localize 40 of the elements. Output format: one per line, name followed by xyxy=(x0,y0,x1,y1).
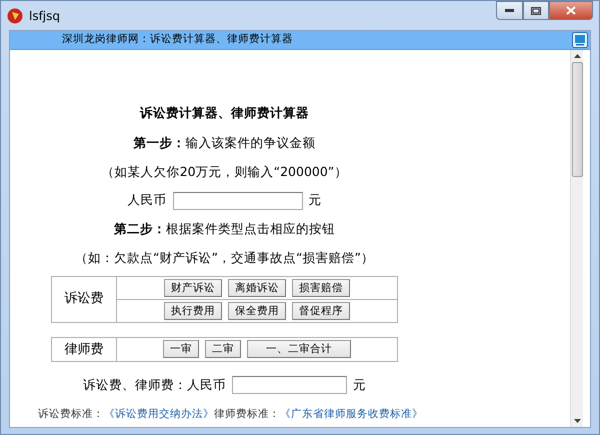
result-field[interactable] xyxy=(232,376,347,394)
maximize-button[interactable] xyxy=(523,1,549,20)
close-button[interactable] xyxy=(549,1,593,20)
minimize-button[interactable] xyxy=(496,1,523,20)
fee-label: 诉讼费 xyxy=(52,276,116,322)
scrollbar[interactable] xyxy=(570,50,583,427)
page-heading: 诉讼费计算器、律师费计算器 xyxy=(140,104,309,122)
app-logo-icon xyxy=(7,8,23,24)
amount-field[interactable] xyxy=(172,192,302,210)
step-instruction: 第一步：输入该案件的争议金额 xyxy=(134,134,316,152)
minimize-icon xyxy=(505,9,514,12)
window-title: lsfjsq xyxy=(29,8,60,24)
close-icon xyxy=(566,6,576,15)
fee-label: 律师费 xyxy=(52,337,116,362)
maximize-icon xyxy=(531,6,541,14)
fee-type-button[interactable]: 损害赔偿 xyxy=(292,278,350,296)
fee-type-button[interactable]: 离婚诉讼 xyxy=(228,278,286,296)
fee-type-button[interactable]: 财产诉讼 xyxy=(164,278,222,296)
result-label: 诉讼费、律师费：人民币 xyxy=(83,376,226,394)
screen-icon[interactable] xyxy=(572,32,588,48)
scroll-up-icon[interactable] xyxy=(574,54,580,58)
trial-button[interactable]: 一审 xyxy=(163,340,199,358)
standard-link[interactable]: 《诉讼费用交纳办法》 xyxy=(104,408,214,420)
amount-label: 人民币 xyxy=(128,191,166,210)
header-title: 深圳龙岗律师网：诉讼费计算器、律师费计算器 xyxy=(62,32,293,48)
footer-label: 诉讼费标准： xyxy=(38,408,104,420)
trial-button[interactable]: 二审 xyxy=(205,340,241,358)
trial-button[interactable]: 一、二审合计 xyxy=(247,340,351,358)
unit-label: 元 xyxy=(353,376,366,394)
fee-type-button[interactable]: 保全费用 xyxy=(228,302,286,320)
scrollbar-thumb[interactable] xyxy=(572,62,582,177)
unit-label: 元 xyxy=(308,191,322,210)
example-text: （如某人欠你20万元，则输入“200000”） xyxy=(102,162,348,180)
fee-type-button[interactable]: 执行费用 xyxy=(164,302,222,320)
step-instruction: 第二步：根据案件类型点击相应的按钮 xyxy=(114,220,335,238)
scroll-down-icon[interactable] xyxy=(574,419,580,423)
fee-type-button[interactable]: 督促程序 xyxy=(292,302,350,320)
example-text: （如：欠款点“财产诉讼”，交通事故点“损害赔偿”） xyxy=(75,248,374,267)
standard-link[interactable]: 《广东省律师服务收费标准》 xyxy=(280,408,423,420)
footer-label: 律师费标准： xyxy=(214,408,280,420)
